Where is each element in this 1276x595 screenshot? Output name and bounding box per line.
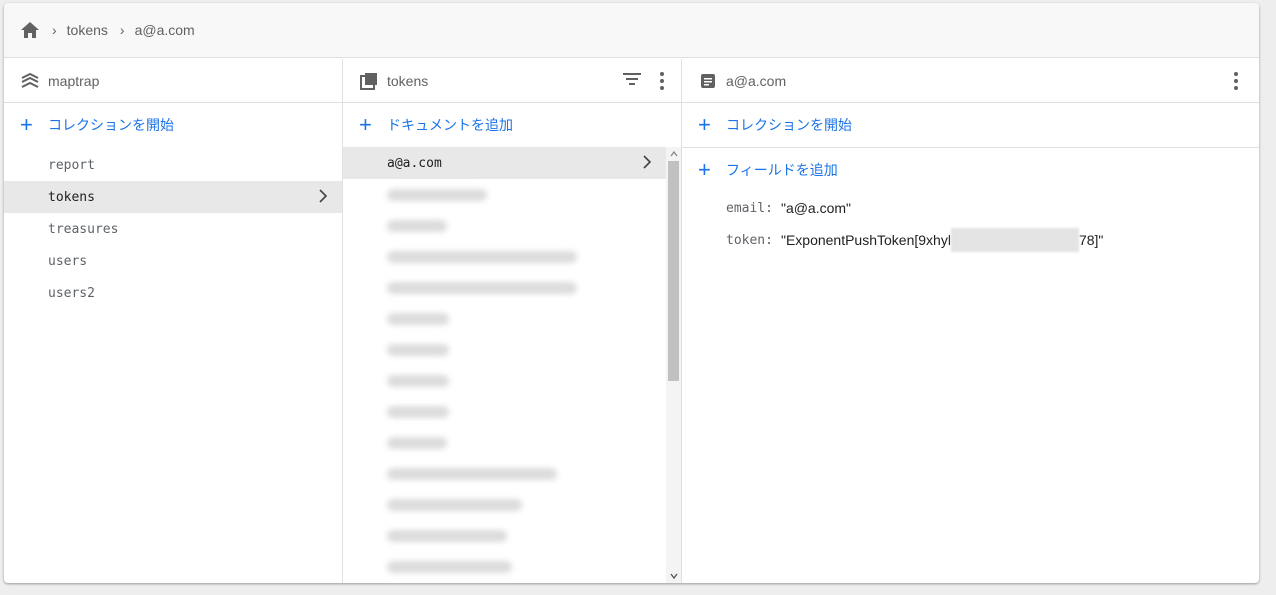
plus-icon: + <box>359 112 372 137</box>
document-item-redacted[interactable] <box>343 520 681 551</box>
document-item-redacted[interactable] <box>343 272 681 303</box>
scroll-up-icon[interactable] <box>666 147 681 161</box>
document-item-redacted[interactable] <box>343 241 681 272</box>
plus-icon: + <box>20 112 33 137</box>
document-item-redacted[interactable] <box>343 210 681 241</box>
start-collection-label: コレクションを開始 <box>726 117 852 133</box>
field-row-email[interactable]: email: "a@a.com" <box>682 192 1259 224</box>
collection-label: tokens <box>48 189 95 205</box>
collection-item-treasures[interactable]: treasures <box>4 213 342 245</box>
chevron-right-icon <box>318 188 328 208</box>
document-panel: a@a.com + コレクションを開始 + フィールドを追加 email: "a… <box>682 59 1259 583</box>
collections-panel-header: maptrap <box>4 59 342 103</box>
filter-icon[interactable] <box>623 72 641 89</box>
document-list: + ドキュメントを追加 a@a.com <box>343 103 681 583</box>
document-item-selected[interactable]: a@a.com <box>343 147 666 179</box>
document-item-redacted[interactable] <box>343 179 681 210</box>
start-collection-button[interactable]: + コレクションを開始 <box>4 103 342 147</box>
firestore-data-viewer: › tokens › a@a.com maptrap + コレクションを開始 r… <box>4 3 1259 583</box>
field-key: token: <box>726 232 773 248</box>
scrollbar[interactable] <box>666 147 681 583</box>
document-item-redacted[interactable] <box>343 489 681 520</box>
add-document-label: ドキュメントを追加 <box>387 117 513 133</box>
collection-label: users2 <box>48 285 95 301</box>
field-value-prefix: "ExponentPushToken[9xhyl <box>780 232 951 248</box>
document-name: a@a.com <box>726 72 787 89</box>
collection-label: users <box>48 253 88 269</box>
more-options-icon[interactable] <box>653 71 671 90</box>
collection-icon <box>359 71 379 91</box>
document-item-redacted[interactable] <box>343 365 681 396</box>
breadcrumb-item-document[interactable]: a@a.com <box>135 22 195 38</box>
home-icon[interactable] <box>20 21 40 39</box>
add-document-button[interactable]: + ドキュメントを追加 <box>343 103 681 147</box>
scroll-down-icon[interactable] <box>666 569 681 583</box>
chevron-right-icon <box>642 154 652 174</box>
start-subcollection-button[interactable]: + コレクションを開始 <box>682 103 1259 147</box>
plus-icon: + <box>698 112 711 137</box>
document-item-redacted[interactable] <box>343 396 681 427</box>
database-icon <box>20 71 40 91</box>
collections-panel: maptrap + コレクションを開始 report tokens treasu… <box>4 59 343 583</box>
field-value-suffix: 78]" <box>1078 232 1104 248</box>
field-key: email: <box>726 200 773 216</box>
collection-list: report tokens treasures users users2 <box>4 149 342 309</box>
document-item-redacted[interactable] <box>343 458 681 489</box>
document-label: a@a.com <box>387 155 442 171</box>
collection-item-report[interactable]: report <box>4 149 342 181</box>
collection-item-users2[interactable]: users2 <box>4 277 342 309</box>
document-item-redacted[interactable] <box>343 334 681 365</box>
scrollbar-thumb[interactable] <box>668 161 679 381</box>
collection-item-tokens[interactable]: tokens <box>4 181 342 213</box>
add-field-button[interactable]: + フィールドを追加 <box>682 148 1259 192</box>
plus-icon: + <box>698 157 711 182</box>
document-panel-header: a@a.com <box>682 59 1259 103</box>
collection-label: treasures <box>48 221 119 237</box>
add-field-label: フィールドを追加 <box>726 162 838 178</box>
documents-panel-header: tokens <box>343 59 681 103</box>
chevron-right-icon: › <box>52 22 57 38</box>
breadcrumb: › tokens › a@a.com <box>4 3 1259 58</box>
collection-label: report <box>48 157 95 173</box>
document-item-redacted[interactable] <box>343 551 681 582</box>
document-item-redacted[interactable] <box>343 303 681 334</box>
document-icon <box>698 71 718 91</box>
field-value: "a@a.com" <box>780 200 852 216</box>
chevron-right-icon: › <box>119 22 125 38</box>
redacted-block <box>950 228 1079 252</box>
field-row-token[interactable]: token: "ExponentPushToken[9xhyl 78]" <box>682 224 1259 256</box>
project-name: maptrap <box>48 72 100 89</box>
breadcrumb-item-collection[interactable]: tokens <box>67 22 108 38</box>
more-options-icon[interactable] <box>1227 71 1245 90</box>
documents-panel: tokens + ドキュメントを追加 a@a.com <box>343 59 682 583</box>
collection-name: tokens <box>387 72 429 89</box>
start-collection-label: コレクションを開始 <box>48 117 174 133</box>
collection-item-users[interactable]: users <box>4 245 342 277</box>
document-item-redacted[interactable] <box>343 427 681 458</box>
